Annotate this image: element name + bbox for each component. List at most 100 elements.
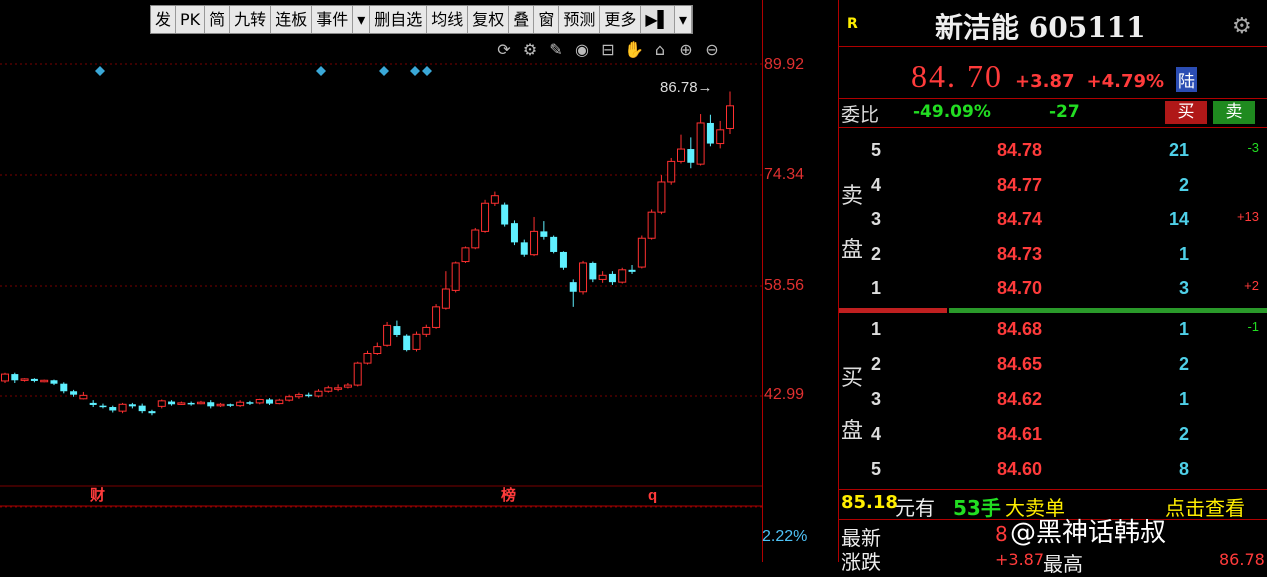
bid-row[interactable]: 3 84.62 1 [839, 389, 1267, 419]
candle-body[interactable] [441, 288, 450, 309]
event-marker[interactable]: 财 [90, 486, 105, 504]
candle-body[interactable] [324, 387, 333, 392]
candle-body[interactable] [236, 401, 245, 407]
candle-body[interactable] [216, 403, 225, 407]
kline-chart-area[interactable]: 86.78→ 财榜 q 89.92 74.34 58.56 42.99 2.22% … [0, 0, 836, 562]
toolbar-ma[interactable]: 均线 [427, 6, 469, 33]
candle-body[interactable] [196, 401, 205, 405]
toolbar-more-dropdown[interactable]: ▾ [675, 6, 692, 33]
bid-row[interactable]: 2 84.65 2 [839, 354, 1267, 384]
candle-body[interactable] [305, 394, 313, 397]
candle-body[interactable] [334, 387, 343, 390]
candle-body[interactable] [11, 374, 19, 381]
gear-icon[interactable]: ⚙ [1232, 14, 1252, 39]
bid-row[interactable]: 1 84.68 1 -1 [839, 319, 1267, 349]
candle-body[interactable] [667, 160, 676, 183]
candle-body[interactable] [687, 149, 695, 163]
candle-body[interactable] [451, 262, 460, 291]
pen-icon[interactable]: ✎ [546, 40, 566, 60]
view-details-link[interactable]: 点击查看 [1165, 492, 1245, 521]
candle-body[interactable] [520, 242, 528, 255]
lock-icon[interactable]: ⌂ [650, 40, 670, 60]
event-marker[interactable]: q [648, 487, 657, 504]
toolbar-overlay[interactable]: 叠 [509, 6, 535, 33]
candle-body[interactable] [128, 404, 136, 407]
refresh-icon[interactable]: ⟳ [494, 40, 514, 60]
candle-body[interactable] [618, 269, 627, 283]
candle-body[interactable] [70, 391, 78, 395]
candle-body[interactable] [501, 204, 509, 225]
event-diamond-icon[interactable] [410, 66, 420, 76]
candle-body[interactable] [89, 402, 97, 405]
candle-body[interactable] [510, 223, 518, 243]
toolbar-play-icon[interactable]: ▶▌ [641, 6, 675, 33]
candle-body[interactable] [628, 269, 636, 272]
candle-body[interactable] [294, 394, 303, 398]
candle-body[interactable] [412, 333, 421, 350]
candle-body[interactable] [246, 402, 254, 404]
candle-body[interactable] [353, 362, 362, 386]
candle-body[interactable] [706, 122, 714, 144]
candle-body[interactable] [579, 262, 588, 293]
kline-chart[interactable]: 86.78→ 财 榜 q [0, 0, 762, 562]
candle-body[interactable] [285, 396, 294, 401]
candle-body[interactable] [726, 105, 734, 129]
toolbar-adjust[interactable]: 复权 [468, 6, 510, 33]
toolbar-forecast[interactable]: 预测 [559, 6, 601, 33]
candle-body[interactable] [461, 247, 470, 263]
candle-body[interactable] [79, 394, 88, 400]
toolbar-lianban[interactable]: 连板 [271, 6, 313, 33]
gear-icon[interactable]: ⚙ [520, 40, 540, 60]
ask-row[interactable]: 2 84.73 1 [839, 244, 1267, 274]
toolbar-events-dropdown[interactable]: ▾ [353, 6, 371, 33]
candle-body[interactable] [138, 405, 146, 412]
toolbar-events[interactable]: 事件 [312, 6, 354, 33]
candle-body[interactable] [608, 273, 616, 283]
candle-body[interactable] [226, 404, 234, 406]
candle-body[interactable] [589, 262, 597, 280]
zoom-out-icon[interactable]: ⊖ [702, 40, 722, 60]
candle-body[interactable] [540, 231, 548, 237]
candle-body[interactable] [177, 402, 186, 405]
event-marker[interactable]: 榜 [501, 486, 516, 504]
candle-body[interactable] [157, 400, 166, 407]
candle-body[interactable] [432, 306, 441, 328]
candle-body[interactable] [657, 181, 666, 213]
candle-body[interactable] [99, 405, 107, 408]
candle-body[interactable] [148, 411, 156, 414]
bid-row[interactable]: 4 84.61 2 [839, 424, 1267, 454]
candle-body[interactable] [40, 379, 49, 383]
ask-row[interactable]: 5 84.78 21 -3 [839, 140, 1267, 170]
candle-body[interactable] [530, 230, 539, 256]
event-diamond-icon[interactable] [379, 66, 389, 76]
ask-row[interactable]: 3 84.74 14 +13 [839, 209, 1267, 239]
event-diamond-icon[interactable] [95, 66, 105, 76]
ask-row[interactable]: 1 84.70 3 +2 [839, 278, 1267, 308]
candle-body[interactable] [403, 335, 411, 351]
candle-body[interactable] [1, 373, 9, 382]
candle-body[interactable] [207, 402, 215, 407]
lock-icon[interactable]: ⊟ [598, 40, 618, 60]
toolbar-jian[interactable]: 简 [205, 6, 231, 33]
event-diamond-icon[interactable] [316, 66, 326, 76]
candle-body[interactable] [168, 401, 176, 405]
toolbar-fa[interactable]: 发 [151, 6, 177, 33]
candle-body[interactable] [373, 346, 382, 355]
candle-body[interactable] [393, 326, 401, 335]
candle-body[interactable] [20, 378, 29, 381]
candle-body[interactable] [569, 282, 577, 292]
sell-button[interactable]: 卖 [1213, 101, 1255, 124]
candle-body[interactable] [559, 251, 567, 268]
candle-body[interactable] [637, 237, 646, 268]
candle-body[interactable] [187, 402, 195, 405]
candle-body[interactable] [490, 195, 499, 204]
candle-body[interactable] [422, 326, 431, 335]
event-diamond-icon[interactable] [422, 66, 432, 76]
candle-body[interactable] [471, 229, 480, 249]
candle-body[interactable] [598, 274, 607, 280]
candle-body[interactable] [266, 399, 274, 404]
candle-body[interactable] [677, 148, 686, 162]
candle-body[interactable] [647, 211, 656, 239]
candle-body[interactable] [275, 399, 284, 405]
candle-body[interactable] [118, 403, 127, 412]
